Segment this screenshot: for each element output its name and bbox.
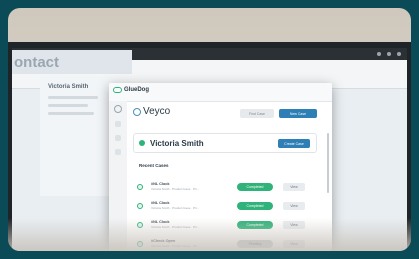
find-case-button[interactable]: Find Case [240,109,274,118]
case-status-badge: Completed [237,202,273,210]
recent-cases-title: Recent Cases [139,163,169,168]
contact-name: Victoria Smith [150,139,204,148]
placeholder-line [48,104,88,107]
crm-record-panel [40,76,120,196]
crm-contact-name: Victoria Smith [48,84,89,90]
panel-scrollbar[interactable] [327,133,329,193]
gluedog-logo-text: GlueDog [124,87,149,93]
case-row[interactable]: #NL Clock Victoria Smith · Product Issue… [133,199,317,215]
menu-icon[interactable] [387,52,391,56]
placeholder-line [48,96,98,99]
gluedog-logo-icon [113,87,122,93]
contact-card: Victoria Smith Create Case [133,133,317,153]
case-view-button[interactable]: View [283,202,305,210]
rail-icon[interactable] [115,121,121,127]
desk-surface [8,218,411,251]
gluedog-logo: GlueDog [113,87,149,93]
new-case-button[interactable]: New Case [279,109,317,118]
contact-status-icon [139,140,145,146]
create-case-button[interactable]: Create Case [278,139,310,148]
case-title: #NL Clock [151,201,170,205]
veyco-logo-icon [133,107,141,116]
menu-icon[interactable] [397,52,401,56]
case-row[interactable]: #NL Clock Victoria Smith · Product Issue… [133,180,317,196]
case-subtitle: Victoria Smith · Product Issue · Pri... [151,206,200,210]
gear-icon[interactable] [114,105,122,113]
menu-icon[interactable] [377,52,381,56]
case-subtitle: Victoria Smith · Product Issue · Pri... [151,187,200,191]
rail-icon[interactable] [115,135,121,141]
case-status-badge: Completed [237,183,273,191]
case-view-button[interactable]: View [283,183,305,191]
case-check-icon [137,184,143,190]
panel-header: GlueDog [109,83,332,102]
case-title: #NL Clock [151,182,170,186]
crm-page-title: ontact [12,50,132,74]
case-check-icon [137,203,143,209]
rail-icon[interactable] [115,149,121,155]
hero-card: ontact Victoria Smith GlueDog Veyco Find… [8,8,411,251]
placeholder-line [48,112,94,115]
veyco-logo-text: Veyco [143,106,171,117]
veyco-logo: Veyco [133,106,170,117]
